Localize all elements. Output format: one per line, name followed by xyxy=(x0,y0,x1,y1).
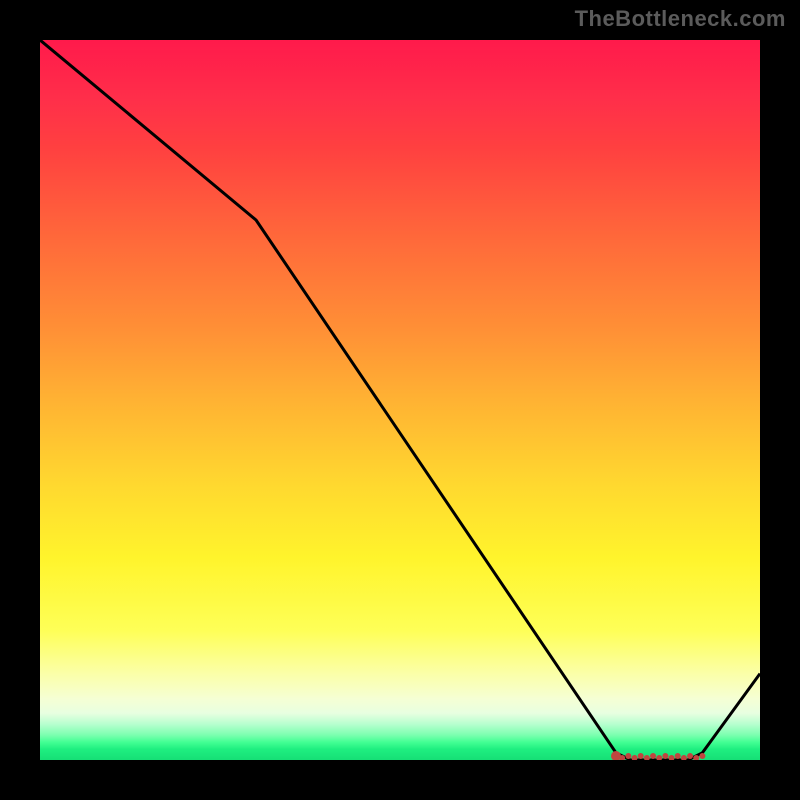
marker-dot xyxy=(638,753,644,759)
marker-dot xyxy=(681,755,687,760)
marker-dot xyxy=(699,753,705,759)
marker-dot xyxy=(644,755,650,760)
watermark-text: TheBottleneck.com xyxy=(575,6,786,32)
marker-dot xyxy=(632,755,638,760)
marker-dot xyxy=(662,753,668,759)
marker-dot xyxy=(675,753,681,759)
line-series xyxy=(40,40,760,760)
marker-dot xyxy=(650,753,656,759)
chart-svg xyxy=(40,40,760,760)
marker-dot xyxy=(687,753,693,759)
series-path xyxy=(40,40,760,760)
chart-frame: TheBottleneck.com xyxy=(0,0,800,800)
marker-dot xyxy=(656,755,662,760)
plot-area xyxy=(40,40,760,760)
marker-dot xyxy=(625,753,631,759)
marker-dot xyxy=(669,755,675,760)
